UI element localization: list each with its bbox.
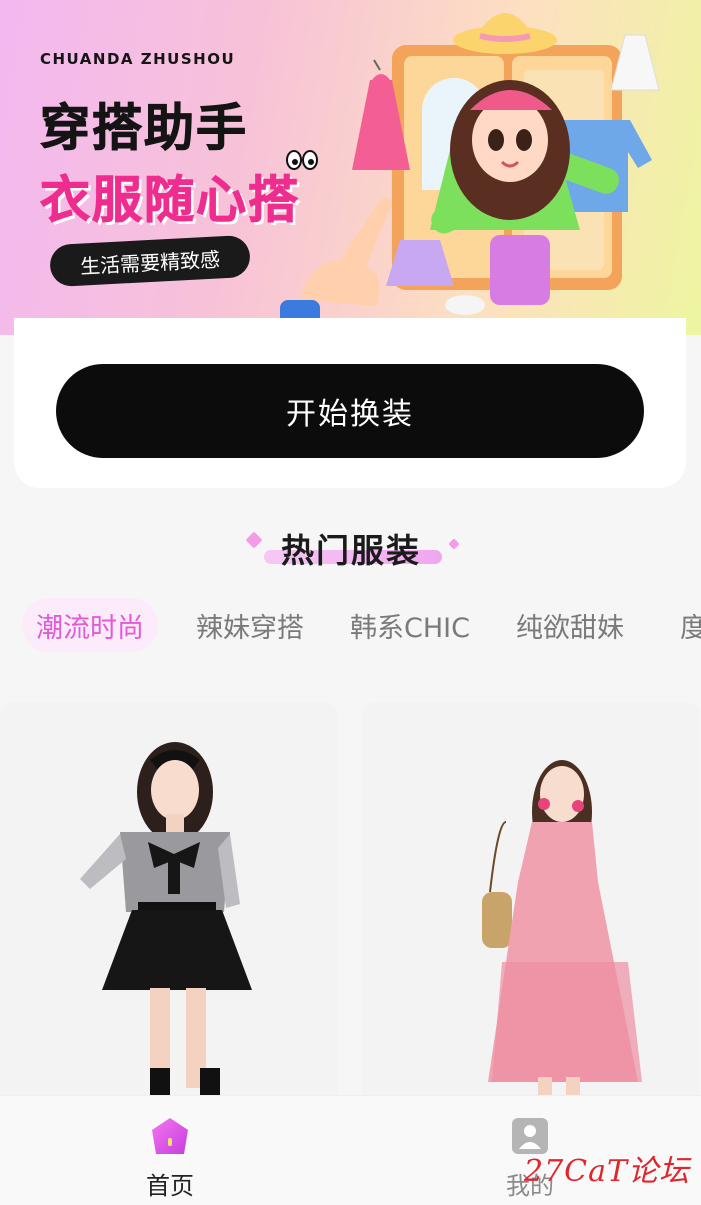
banner-subtitle: 衣服随心搭 (40, 171, 300, 230)
brand-pinyin: CHUANDA ZHUSHOU (40, 50, 236, 68)
tagline-badge: 生活需要精致感 (49, 234, 251, 288)
product-image (482, 760, 642, 1122)
banner-title: 穿搭助手 (40, 99, 248, 158)
section-title: 热门服装 (281, 531, 421, 570)
tab-more[interactable]: 度 (680, 598, 701, 652)
nav-home[interactable]: 首页 (90, 1096, 250, 1205)
product-card[interactable] (0, 702, 338, 1122)
category-tabs: 潮流时尚 辣妹穿搭 韩系CHIC 纯欲甜妹 度 (0, 598, 701, 654)
nav-home-label: 首页 (146, 1172, 194, 1200)
hero-banner[interactable]: CHUANDA ZHUSHOU 穿搭助手 衣服随心搭 生活需要精致感 (0, 0, 701, 335)
tab-hot-girl[interactable]: 辣妹穿搭 (182, 598, 318, 652)
tab-trendy[interactable]: 潮流时尚 (22, 598, 158, 652)
tab-sweet-girl[interactable]: 纯欲甜妹 (502, 598, 638, 652)
product-card[interactable] (362, 702, 700, 1122)
wardrobe-illustration (280, 13, 660, 335)
section-header: 热门服装 (240, 522, 462, 572)
watermark: 27CaT论坛 (524, 1154, 691, 1189)
start-dressup-button[interactable]: 开始换装 (56, 364, 644, 458)
product-image (80, 742, 252, 1122)
tab-korean-chic[interactable]: 韩系CHIC (340, 598, 480, 652)
home-icon (152, 1118, 188, 1154)
